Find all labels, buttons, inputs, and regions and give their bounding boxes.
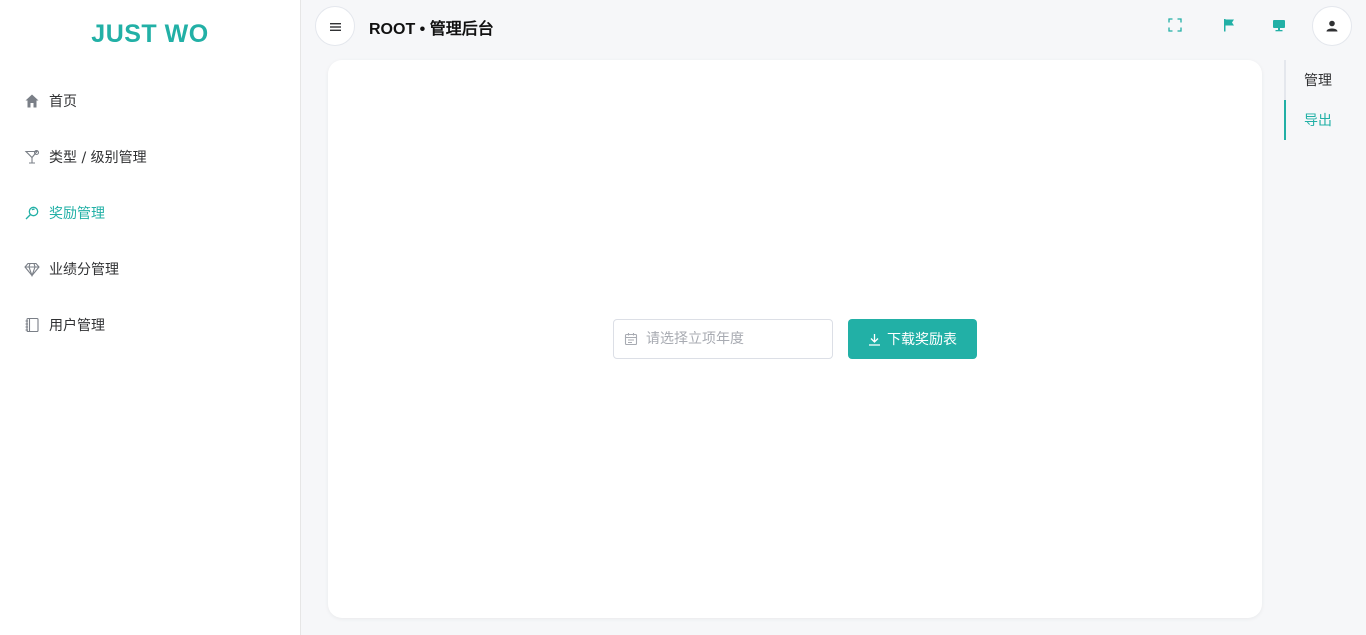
sidebar-item-performance[interactable]: 业绩分管理 (0, 241, 300, 297)
right-anchor-nav: 管理 导出 (1284, 60, 1366, 140)
sidebar-item-label: 业绩分管理 (49, 262, 119, 278)
notebook-icon (24, 317, 40, 333)
page-title: ROOT • 管理后台 (369, 21, 494, 38)
anchor-item-label: 管理 (1304, 73, 1332, 89)
sidebar-menu: 首页 类型 / 级别管理 奖励管理 业绩分管理 用户管理 (0, 73, 300, 353)
anchor-item-label: 导出 (1304, 113, 1332, 129)
cocktail-icon (24, 149, 40, 165)
search-key-icon (24, 205, 40, 221)
sidebar-item-label: 类型 / 级别管理 (49, 150, 147, 166)
anchor-item-export[interactable]: 导出 (1284, 100, 1366, 140)
sidebar-item-home[interactable]: 首页 (0, 73, 300, 129)
monitor-icon[interactable] (1271, 17, 1287, 33)
sidebar-item-types[interactable]: 类型 / 级别管理 (0, 129, 300, 185)
flag-icon[interactable] (1221, 17, 1237, 33)
download-icon (868, 333, 881, 346)
sidebar-item-users[interactable]: 用户管理 (0, 297, 300, 353)
sidebar: JUST WO 首页 类型 / 级别管理 奖励管理 业绩分管理 用户管理 (0, 0, 301, 635)
sidebar-item-rewards[interactable]: 奖励管理 (0, 185, 300, 241)
sidebar-item-label: 首页 (49, 94, 77, 110)
logo: JUST WO (91, 20, 209, 48)
fullscreen-icon[interactable] (1167, 17, 1183, 33)
sidebar-item-label: 奖励管理 (49, 206, 105, 222)
year-date-picker[interactable] (613, 319, 833, 359)
sidebar-item-label: 用户管理 (49, 318, 105, 334)
anchor-item-manage[interactable]: 管理 (1284, 60, 1366, 100)
menu-icon (329, 17, 341, 36)
download-rewards-button[interactable]: 下载奖励表 (848, 319, 977, 359)
calendar-icon (624, 332, 638, 346)
top-header: ROOT • 管理后台 (301, 0, 1366, 52)
user-icon (1326, 17, 1338, 36)
sidebar-toggle-button[interactable] (315, 6, 355, 46)
diamond-icon (24, 261, 40, 277)
user-avatar-button[interactable] (1312, 6, 1352, 46)
home-icon (24, 93, 40, 109)
year-input[interactable] (646, 331, 816, 347)
main-card: 下载奖励表 (328, 60, 1262, 618)
download-button-label: 下载奖励表 (887, 331, 957, 347)
